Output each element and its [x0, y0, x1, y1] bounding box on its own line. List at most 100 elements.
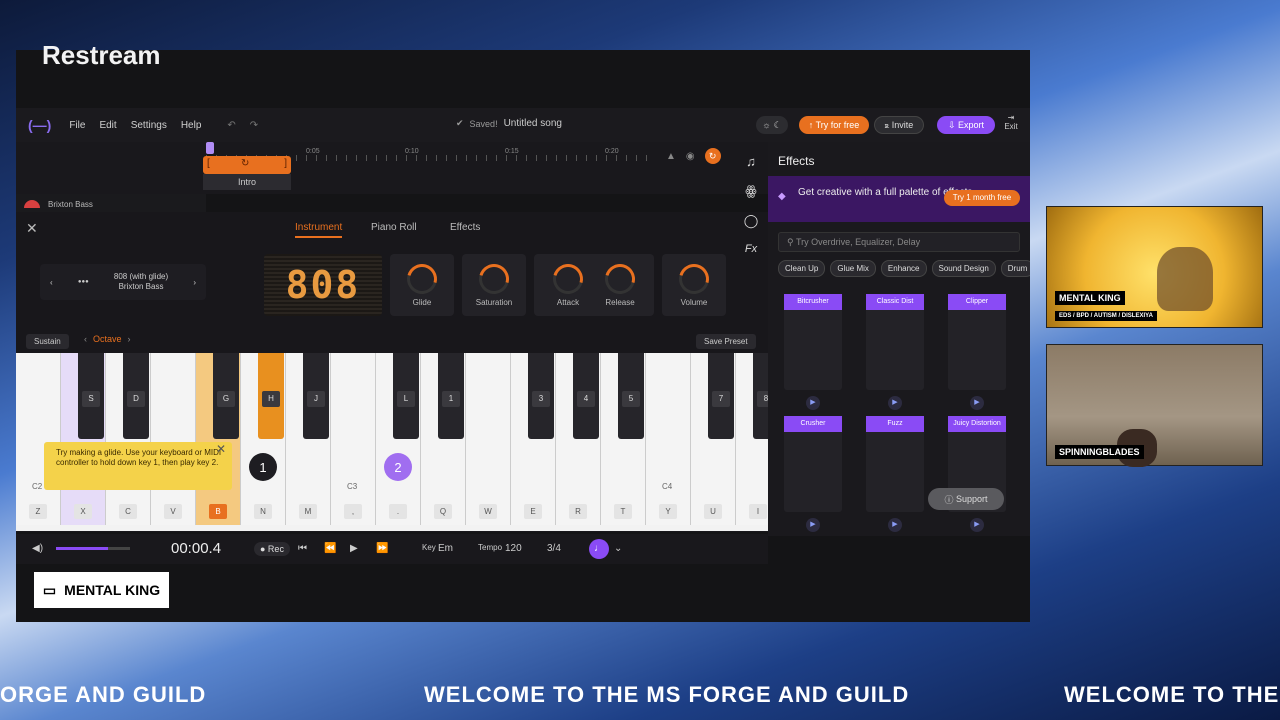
chevron-down-icon[interactable]: ⌄ — [614, 543, 622, 554]
sync-icon[interactable]: ↻ — [704, 148, 721, 164]
support-button[interactable]: ⓘ Support — [928, 488, 1004, 510]
play-icon[interactable]: ▶ — [350, 543, 358, 554]
loop-start-handle[interactable]: [ — [207, 158, 210, 169]
volume-knob[interactable]: Volume — [662, 254, 726, 316]
metronome-icon[interactable]: ♩ — [589, 539, 609, 559]
effect-category-chip[interactable]: Glue Mix — [830, 260, 876, 277]
octave-control[interactable]: ‹ Octave › — [84, 334, 131, 344]
white-key[interactable]: Y — [646, 353, 691, 525]
play-icon[interactable]: ▶ — [888, 518, 902, 532]
rewind-icon[interactable]: ⏪ — [324, 543, 336, 554]
knob-dial[interactable] — [547, 258, 589, 299]
menu-file[interactable]: File — [69, 120, 85, 131]
knob-dial[interactable] — [673, 258, 715, 299]
fast-forward-icon[interactable]: ⏩ — [376, 543, 388, 554]
black-key[interactable]: G — [213, 353, 239, 439]
black-key[interactable]: D — [123, 353, 149, 439]
preset-selector[interactable]: ‹ ●●● 808 (with glide) Brixton Bass › — [40, 264, 206, 300]
effect-card[interactable]: Crusher ▶ — [784, 416, 842, 532]
chevron-right-icon[interactable]: › — [128, 334, 131, 344]
effect-category-chip[interactable]: Drum — [1000, 260, 1030, 277]
loop-icon[interactable]: ↻ — [241, 158, 249, 169]
black-key[interactable]: 4 — [573, 353, 599, 439]
effect-card[interactable]: Classic Dist ▶ — [866, 294, 924, 410]
section-intro[interactable]: Intro — [203, 174, 291, 190]
menu-settings[interactable]: Settings — [131, 120, 167, 131]
chat-icon[interactable]: ◯ — [744, 213, 759, 229]
effects-search-input[interactable]: ⚲ Try Overdrive, Equalizer, Delay — [778, 232, 1020, 252]
master-volume-slider[interactable] — [56, 547, 130, 550]
speaker-icon[interactable]: ◀) — [32, 543, 43, 554]
export-button[interactable]: ⇩ Export — [937, 116, 995, 134]
key-value[interactable]: Em — [438, 543, 453, 554]
redo-icon[interactable]: ↷ — [250, 120, 258, 131]
tab-instrument[interactable]: Instrument — [295, 222, 343, 238]
tempo-value[interactable]: 120 — [505, 543, 522, 554]
effect-card[interactable]: Clipper ▶ — [948, 294, 1006, 410]
black-key[interactable]: L — [393, 353, 419, 439]
track-row[interactable]: Brixton Bass — [16, 194, 206, 214]
loop-end-handle[interactable]: ] — [284, 158, 287, 169]
glide-knob[interactable]: Glide — [390, 254, 454, 316]
play-icon[interactable]: ▶ — [806, 518, 820, 532]
key-label: . — [389, 504, 407, 519]
effect-card[interactable]: Bitcrusher ▶ — [784, 294, 842, 410]
black-key[interactable]: J — [303, 353, 329, 439]
record-button[interactable]: ● Rec — [254, 542, 290, 556]
key-label: X — [74, 504, 92, 519]
loop-region[interactable]: [ ↻] — [203, 156, 291, 174]
effect-category-chip[interactable]: Sound Design — [931, 260, 996, 277]
lock-icon[interactable]: ▲ — [666, 151, 676, 162]
black-key[interactable]: S — [78, 353, 104, 439]
try-month-free-button[interactable]: Try 1 month free — [944, 190, 1020, 206]
undo-icon[interactable]: ↶ — [227, 120, 235, 131]
snap-icon[interactable]: ◉ — [686, 151, 695, 162]
playhead[interactable] — [206, 142, 214, 154]
knob-dial[interactable] — [599, 258, 641, 299]
chevron-right-icon[interactable]: › — [193, 278, 196, 287]
try-for-free-button[interactable]: ↑ Try for free — [799, 116, 869, 134]
time-signature[interactable]: 3/4 — [547, 543, 561, 554]
cam-name: SPINNINGBLADES — [1055, 445, 1144, 459]
chevron-left-icon[interactable]: ‹ — [50, 278, 53, 287]
play-icon[interactable]: ▶ — [806, 396, 820, 410]
play-icon[interactable]: ▶ — [970, 396, 984, 410]
sustain-button[interactable]: Sustain — [26, 334, 69, 349]
white-key[interactable]: V — [151, 353, 196, 525]
close-icon[interactable]: ✕ — [216, 443, 226, 455]
close-icon[interactable]: ✕ — [26, 220, 38, 237]
saturation-knob[interactable]: Saturation — [462, 254, 526, 316]
white-key[interactable]: W — [466, 353, 511, 525]
tab-effects[interactable]: Effects — [450, 222, 480, 233]
app-logo-icon[interactable]: (—) — [28, 117, 51, 133]
white-key[interactable]: , — [331, 353, 376, 525]
chevron-left-icon[interactable]: ‹ — [84, 334, 87, 344]
collab-icon[interactable]: ꙮ — [745, 183, 756, 199]
effect-category-chip[interactable]: Clean Up — [778, 260, 826, 277]
black-key[interactable]: 7 — [708, 353, 734, 439]
tab-piano-roll[interactable]: Piano Roll — [371, 222, 417, 233]
invite-button[interactable]: ꭱ Invite — [874, 116, 924, 134]
black-key[interactable]: 1 — [438, 353, 464, 439]
theme-toggle[interactable]: ☼ ☾ — [756, 116, 788, 134]
effect-card[interactable]: Fuzz ▶ — [866, 416, 924, 532]
black-key[interactable]: 3 — [528, 353, 554, 439]
black-key[interactable]: H — [258, 353, 284, 439]
menu-help[interactable]: Help — [181, 120, 202, 131]
menu-edit[interactable]: Edit — [99, 120, 116, 131]
knob-dial[interactable] — [401, 258, 443, 299]
save-preset-button[interactable]: Save Preset — [696, 334, 756, 349]
attack-knob[interactable]: Attack — [547, 258, 589, 307]
fx-icon[interactable]: Fx — [745, 243, 757, 255]
knob-dial[interactable] — [473, 258, 515, 299]
song-title[interactable]: Untitled song — [504, 118, 562, 129]
effect-category-chip[interactable]: Enhance — [880, 260, 927, 277]
black-key[interactable]: 5 — [618, 353, 644, 439]
release-knob[interactable]: Release — [599, 258, 641, 307]
skip-start-icon[interactable]: ⏮ — [298, 543, 307, 554]
play-icon[interactable]: ▶ — [888, 396, 902, 410]
white-key[interactable]: Z — [16, 353, 61, 525]
music-note-icon[interactable]: ♫ — [746, 154, 756, 169]
play-icon[interactable]: ▶ — [970, 518, 984, 532]
exit-button[interactable]: ⇥ Exit — [1001, 113, 1021, 131]
